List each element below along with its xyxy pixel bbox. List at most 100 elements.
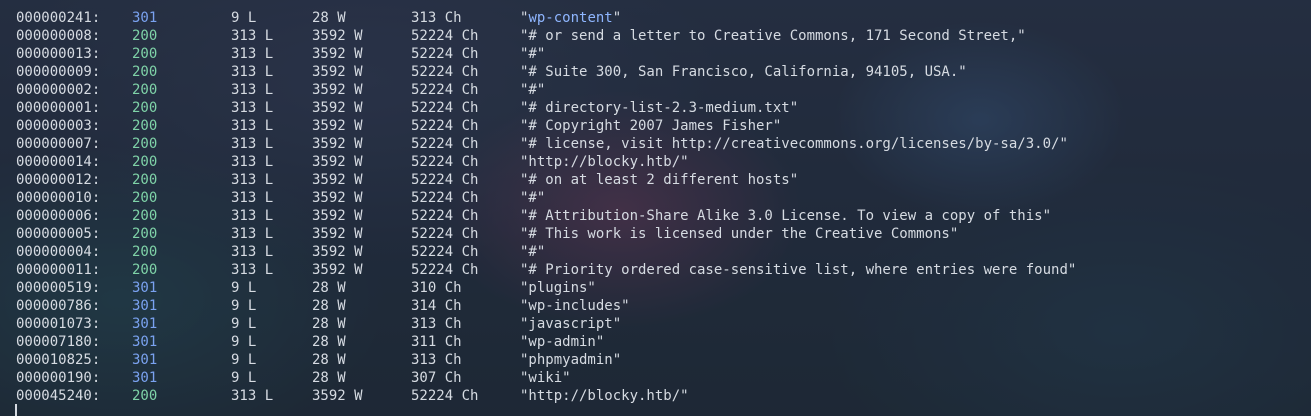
- result-row: 000000009: 200 313 L 3592 W 52224 Ch "# Suite…: [0, 63, 1311, 81]
- line-count: 313 L: [231, 100, 274, 116]
- payload: "# Copyright 2007 James Fisher": [520, 118, 782, 134]
- response-code: 200: [132, 262, 158, 278]
- response-code: 301: [132, 334, 158, 350]
- result-row: 000000190: 301 9 L 28 W 307 Ch "wiki": [0, 369, 1311, 387]
- response-code: 200: [132, 154, 158, 170]
- word-count: 3592 W: [312, 226, 363, 242]
- line-count: 313 L: [231, 154, 274, 170]
- response-code: 200: [132, 118, 158, 134]
- result-row: 000000010: 200 313 L 3592 W 52224 Ch "#": [0, 189, 1311, 207]
- result-row: 000007180: 301 9 L 28 W 311 Ch "wp-admin": [0, 333, 1311, 351]
- line-count: 313 L: [231, 190, 274, 206]
- result-row: 000000004: 200 313 L 3592 W 52224 Ch "#": [0, 243, 1311, 261]
- payload: "#": [520, 82, 546, 98]
- char-count: 311 Ch: [411, 334, 462, 350]
- word-count: 28 W: [312, 298, 346, 314]
- result-row: 000000003: 200 313 L 3592 W 52224 Ch "# Copyr…: [0, 117, 1311, 135]
- char-count: 52224 Ch: [411, 154, 479, 170]
- request-id: 000000241:: [16, 10, 101, 26]
- payload: "# on at least 2 different hosts": [520, 172, 799, 188]
- char-count: 52224 Ch: [411, 64, 479, 80]
- request-id: 000000190:: [16, 370, 101, 386]
- line-count: 9 L: [231, 352, 257, 368]
- result-row: 000001073: 301 9 L 28 W 313 Ch "javascript": [0, 315, 1311, 333]
- result-row: 000000007: 200 313 L 3592 W 52224 Ch "# licen…: [0, 135, 1311, 153]
- line-count: 313 L: [231, 388, 274, 404]
- char-count: 313 Ch: [411, 352, 462, 368]
- result-row: 000000002: 200 313 L 3592 W 52224 Ch "#": [0, 81, 1311, 99]
- response-code: 200: [132, 190, 158, 206]
- word-count: 3592 W: [312, 118, 363, 134]
- result-row: 000000241: 301 9 L 28 W 313 Ch "wp-conte…: [0, 9, 1311, 27]
- result-row: 000000001: 200 313 L 3592 W 52224 Ch "# direc…: [0, 99, 1311, 117]
- payload: "wp-includes": [520, 298, 630, 314]
- char-count: 52224 Ch: [411, 118, 479, 134]
- terminal-output[interactable]: 000000241: 301 9 L 28 W 313 Ch "wp-conte…: [0, 9, 1311, 405]
- payload: "#": [520, 190, 546, 206]
- request-id: 000000005:: [16, 226, 101, 242]
- line-count: 313 L: [231, 262, 274, 278]
- char-count: 52224 Ch: [411, 46, 479, 62]
- word-count: 28 W: [312, 10, 346, 26]
- word-count: 3592 W: [312, 82, 363, 98]
- word-count: 3592 W: [312, 64, 363, 80]
- response-code: 200: [132, 100, 158, 116]
- word-count: 3592 W: [312, 388, 363, 404]
- word-count: 3592 W: [312, 172, 363, 188]
- line-count: 313 L: [231, 28, 274, 44]
- word-count: 28 W: [312, 334, 346, 350]
- char-count: 314 Ch: [411, 298, 462, 314]
- payload-highlighted: wp-content: [528, 10, 613, 26]
- request-id: 000010825:: [16, 352, 101, 368]
- response-code: 301: [132, 370, 158, 386]
- word-count: 3592 W: [312, 208, 363, 224]
- line-count: 313 L: [231, 64, 274, 80]
- request-id: 000000009:: [16, 64, 101, 80]
- word-count: 28 W: [312, 370, 346, 386]
- payload: "wp-admin": [520, 334, 605, 350]
- char-count: 52224 Ch: [411, 82, 479, 98]
- char-count: 52224 Ch: [411, 244, 479, 260]
- word-count: 3592 W: [312, 28, 363, 44]
- request-id: 000007180:: [16, 334, 101, 350]
- payload: "# Attribution-Share Alike 3.0 License. …: [520, 208, 1052, 224]
- word-count: 28 W: [312, 280, 346, 296]
- request-id: 000000002:: [16, 82, 101, 98]
- result-row: 000000011: 200 313 L 3592 W 52224 Ch "# Prior…: [0, 261, 1311, 279]
- response-code: 200: [132, 244, 158, 260]
- char-count: 313 Ch: [411, 10, 462, 26]
- result-row: 000000014: 200 313 L 3592 W 52224 Ch "http://…: [0, 153, 1311, 171]
- response-code: 200: [132, 28, 158, 44]
- request-id: 000001073:: [16, 316, 101, 332]
- request-id: 000000010:: [16, 190, 101, 206]
- response-code: 301: [132, 280, 158, 296]
- char-count: 52224 Ch: [411, 190, 479, 206]
- result-row: 000000006: 200 313 L 3592 W 52224 Ch "# Attri…: [0, 207, 1311, 225]
- result-row: 000000005: 200 313 L 3592 W 52224 Ch "# This …: [0, 225, 1311, 243]
- payload: "# This work is licensed under the Creat…: [520, 226, 959, 242]
- line-count: 9 L: [231, 280, 257, 296]
- line-count: 313 L: [231, 172, 274, 188]
- line-count: 9 L: [231, 370, 257, 386]
- result-row: 000000012: 200 313 L 3592 W 52224 Ch "# on at…: [0, 171, 1311, 189]
- word-count: 3592 W: [312, 100, 363, 116]
- request-id: 000000011:: [16, 262, 101, 278]
- response-code: 301: [132, 298, 158, 314]
- response-code: 200: [132, 172, 158, 188]
- line-count: 313 L: [231, 136, 274, 152]
- line-count: 9 L: [231, 334, 257, 350]
- response-code: 200: [132, 388, 158, 404]
- line-count: 313 L: [231, 46, 274, 62]
- request-id: 000045240:: [16, 388, 101, 404]
- char-count: 52224 Ch: [411, 28, 479, 44]
- request-id: 000000003:: [16, 118, 101, 134]
- payload: "http://blocky.htb/": [520, 154, 689, 170]
- request-id: 000000519:: [16, 280, 101, 296]
- payload: "# or send a letter to Creative Commons,…: [520, 28, 1026, 44]
- char-count: 52224 Ch: [411, 226, 479, 242]
- request-id: 000000001:: [16, 100, 101, 116]
- line-count: 9 L: [231, 10, 257, 26]
- word-count: 3592 W: [312, 154, 363, 170]
- line-count: 313 L: [231, 82, 274, 98]
- response-code: 301: [132, 10, 158, 26]
